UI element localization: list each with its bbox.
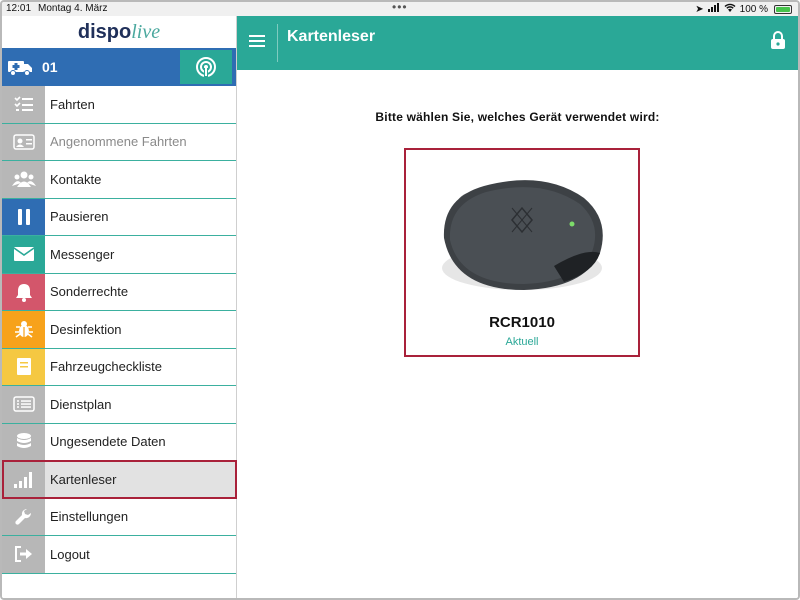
- main-content: Bitte wählen Sie, welches Gerät verwende…: [237, 70, 798, 598]
- ambulance-icon: [2, 58, 38, 76]
- sidebar-item-label: Messenger: [50, 246, 115, 262]
- sidebar-item-desinfektion[interactable]: Desinfektion: [2, 311, 236, 349]
- sidebar-item-kontakte[interactable]: Kontakte: [2, 161, 236, 199]
- sidebar-item-label: Fahrzeugcheckliste: [50, 359, 162, 375]
- app-frame: 12:01 Montag 4. März ••• ➤ 100 % dispo li…: [0, 0, 800, 600]
- sidebar: dispo live 01 Fahrten Angenommene Fahrte…: [2, 16, 237, 598]
- database-icon: [2, 423, 45, 460]
- top-header: Kartenleser: [237, 16, 798, 70]
- sidebar-item-label: Kartenleser: [50, 471, 117, 487]
- radio-signal-button[interactable]: [180, 50, 232, 84]
- sidebar-item-label: Angenommene Fahrten: [50, 134, 187, 150]
- status-date: Montag 4. März: [38, 3, 108, 14]
- sidebar-item-messenger[interactable]: Messenger: [2, 236, 236, 274]
- device-name: RCR1010: [489, 314, 555, 331]
- sidebar-item-logout[interactable]: Logout: [2, 536, 236, 574]
- sidebar-menu: Fahrten Angenommene Fahrten Kontakte Pau…: [2, 86, 237, 574]
- sidebar-item-label: Dienstplan: [50, 396, 112, 412]
- location-arrow-icon: ➤: [695, 3, 704, 15]
- checklist-icon: [2, 86, 45, 123]
- sidebar-item-fahrten[interactable]: Fahrten: [2, 86, 236, 124]
- pause-icon: [2, 198, 45, 235]
- hamburger-menu-icon[interactable]: [249, 35, 265, 49]
- sidebar-item-label: Einstellungen: [50, 509, 129, 525]
- sidebar-item-angenommene-fahrten[interactable]: Angenommene Fahrten: [2, 123, 236, 161]
- logout-icon: [2, 536, 45, 573]
- status-right: ➤ 100 %: [695, 3, 792, 15]
- sidebar-item-kartenleser[interactable]: Kartenleser: [2, 460, 237, 499]
- wrench-icon: [2, 498, 45, 535]
- sidebar-item-label: Kontakte: [50, 171, 102, 187]
- battery-percent: 100 %: [739, 3, 768, 15]
- envelope-icon: [2, 236, 45, 273]
- sidebar-item-label: Ungesendete Daten: [50, 434, 166, 450]
- vehicle-number: 01: [42, 59, 58, 75]
- page-title: Kartenleser: [287, 28, 376, 45]
- multitask-dots-icon[interactable]: •••: [392, 2, 408, 14]
- sidebar-item-label: Pausieren: [50, 209, 109, 225]
- wifi-icon: [724, 3, 736, 15]
- card-reader-image: [442, 180, 603, 290]
- device-selection-prompt: Bitte wählen Sie, welches Gerät verwende…: [375, 110, 660, 124]
- sidebar-item-label: Sonderrechte: [50, 284, 129, 300]
- sidebar-item-label: Fahrten: [50, 96, 95, 112]
- logo-live: live: [131, 20, 161, 43]
- sidebar-item-pausieren[interactable]: Pausieren: [2, 198, 236, 236]
- device-status-label: Aktuell: [505, 336, 539, 348]
- battery-icon: [774, 4, 792, 14]
- sidebar-item-label: Logout: [50, 546, 90, 562]
- sidebar-item-sonderrechte[interactable]: Sonderrechte: [2, 273, 236, 311]
- bell-icon: [2, 273, 45, 310]
- sidebar-item-dienstplan[interactable]: Dienstplan: [2, 386, 236, 424]
- signal-bars-icon: [2, 461, 45, 498]
- sidebar-item-ungesendete-daten[interactable]: Ungesendete Daten: [2, 423, 236, 461]
- logo-dispo: dispo: [77, 20, 132, 43]
- app-logo: dispo live: [2, 16, 236, 48]
- header-divider: [277, 24, 278, 62]
- status-bar: 12:01 Montag 4. März ••• ➤ 100 %: [2, 2, 798, 16]
- users-icon: [2, 161, 45, 198]
- bug-icon: [2, 311, 45, 348]
- sidebar-item-label: Desinfektion: [50, 321, 122, 337]
- lock-icon[interactable]: [770, 30, 786, 55]
- sidebar-item-einstellungen[interactable]: Einstellungen: [2, 498, 236, 536]
- status-time: 12:01: [6, 3, 32, 14]
- book-icon: [2, 348, 45, 385]
- id-card-icon: [2, 123, 45, 160]
- cell-signal-icon: [707, 3, 720, 15]
- sidebar-item-fahrzeugcheckliste[interactable]: Fahrzeugcheckliste: [2, 348, 236, 386]
- vehicle-bar[interactable]: 01: [2, 48, 236, 86]
- device-card-rcr1010[interactable]: RCR1010 Aktuell: [404, 148, 640, 357]
- radio-signal-icon: [196, 57, 216, 78]
- list-icon: [2, 386, 45, 423]
